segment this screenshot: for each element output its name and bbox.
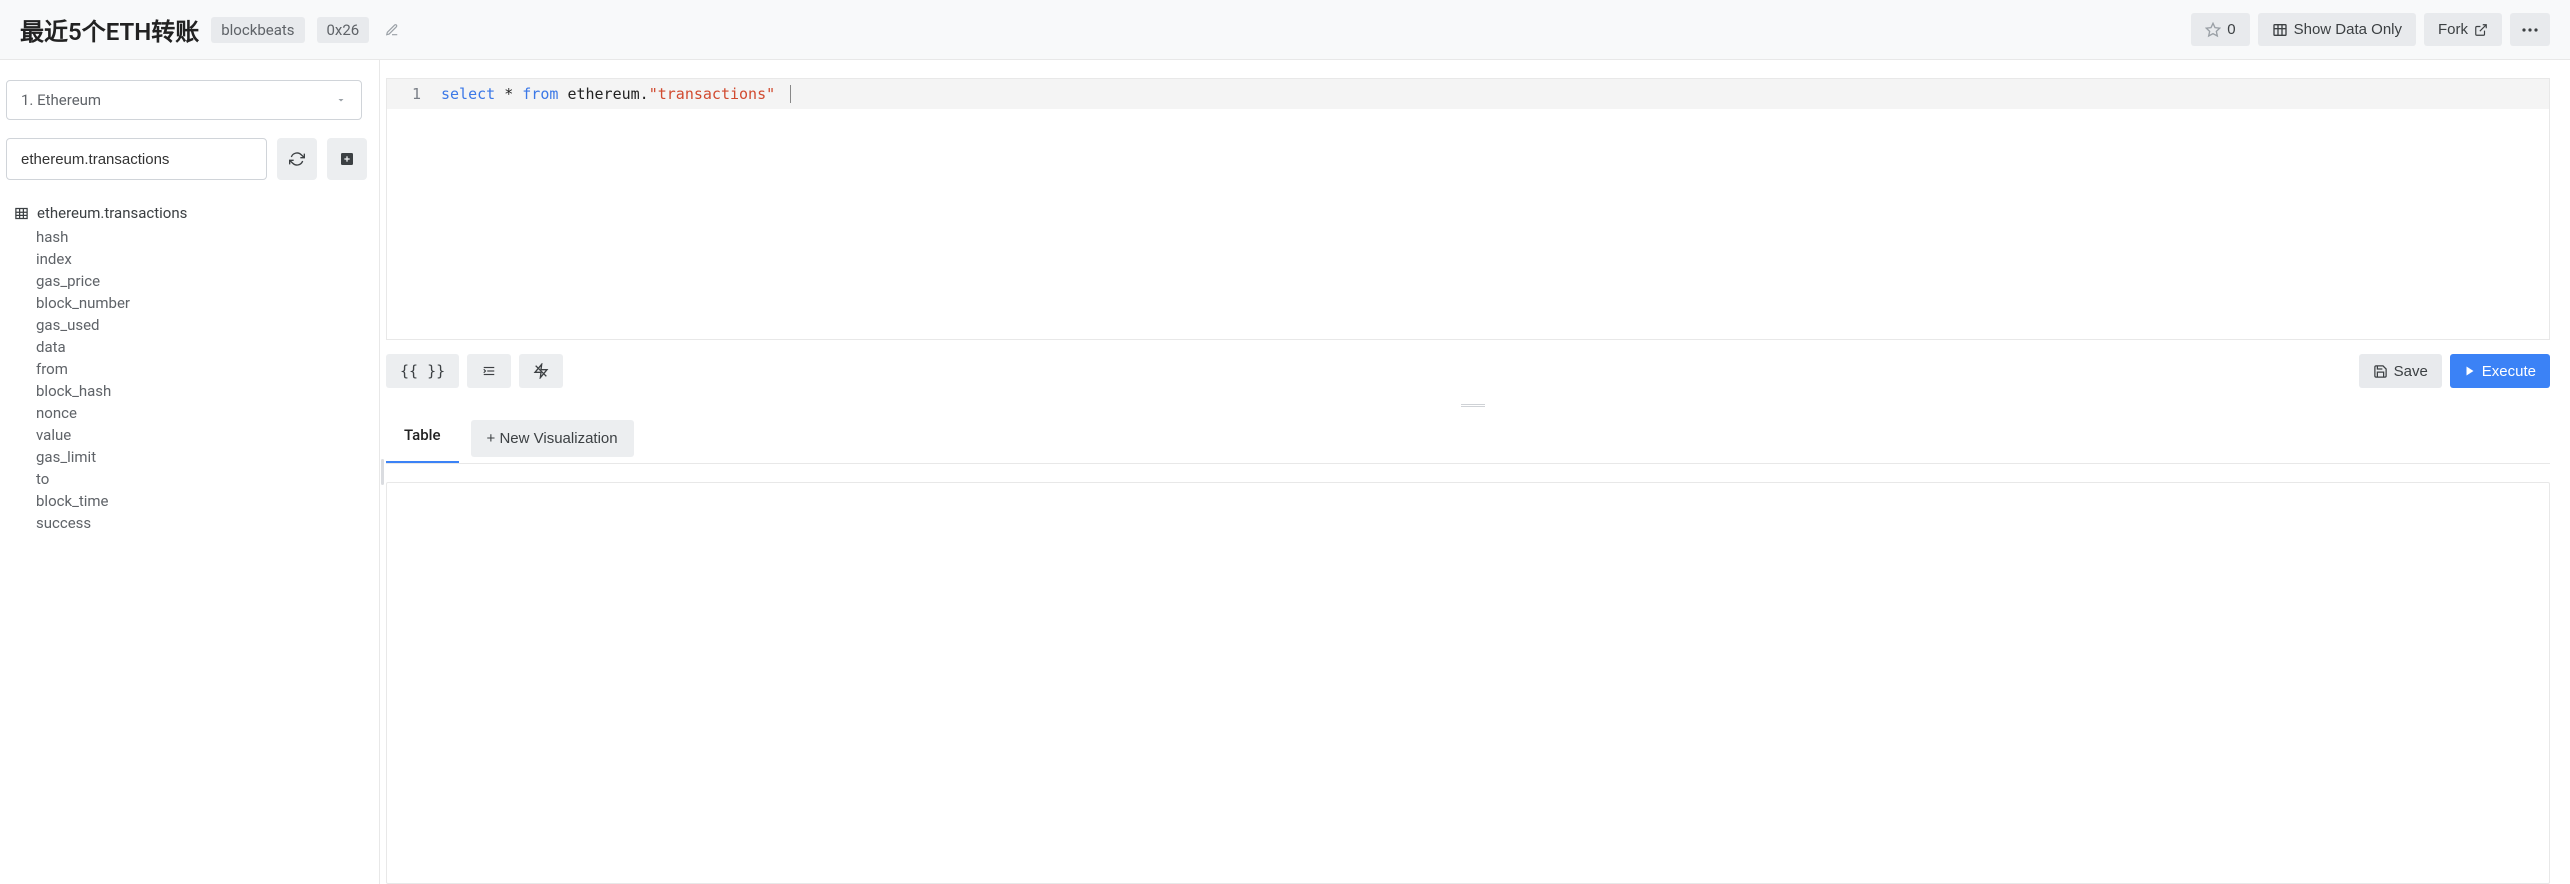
star-button[interactable]: 0: [2191, 13, 2249, 46]
page-header: 最近5个ETH转账 blockbeats 0x26 0 Show Data On…: [0, 0, 2570, 60]
column-item[interactable]: gas_limit: [36, 446, 367, 468]
column-item[interactable]: block_hash: [36, 380, 367, 402]
line-number: 1: [387, 79, 431, 109]
keyword-select: select: [441, 85, 495, 103]
chevron-down-icon: [335, 94, 347, 106]
column-item[interactable]: to: [36, 468, 367, 490]
header-right: 0 Show Data Only Fork: [2191, 13, 2550, 46]
save-icon: [2373, 364, 2388, 379]
snippet-icon: [533, 363, 549, 379]
column-list: hash index gas_price block_number gas_us…: [4, 226, 367, 534]
new-visualization-button[interactable]: + New Visualization: [471, 420, 634, 457]
star-icon: [2205, 22, 2221, 38]
dataset-select[interactable]: 1. Ethereum: [6, 80, 362, 120]
star-count: 0: [2227, 21, 2235, 38]
refresh-button[interactable]: [277, 138, 317, 180]
dataset-selected-label: 1. Ethereum: [21, 91, 101, 109]
parameters-button[interactable]: {{ }}: [386, 354, 459, 388]
sql-editor[interactable]: 1 select * from ethereum."transactions": [386, 78, 2550, 340]
execute-button[interactable]: Execute: [2450, 354, 2550, 388]
page-title: 最近5个ETH转账: [20, 12, 199, 47]
column-item[interactable]: hash: [36, 226, 367, 248]
token-schema: ethereum.: [567, 85, 648, 103]
vertical-resize-handle[interactable]: [380, 60, 386, 884]
indent-icon: [481, 364, 497, 378]
refresh-icon: [289, 151, 305, 167]
tag-author[interactable]: blockbeats: [211, 17, 304, 43]
column-item[interactable]: nonce: [36, 402, 367, 424]
tag-address[interactable]: 0x26: [317, 17, 370, 43]
fork-label: Fork: [2438, 21, 2468, 38]
play-icon: [2464, 365, 2476, 377]
header-left: 最近5个ETH转账 blockbeats 0x26: [20, 12, 399, 47]
toolbar-right: Save Execute: [2359, 354, 2550, 388]
column-item[interactable]: index: [36, 248, 367, 270]
more-button[interactable]: [2510, 13, 2550, 46]
external-link-icon: [2474, 23, 2488, 37]
table-header[interactable]: ethereum.transactions: [4, 200, 367, 226]
execute-label: Execute: [2482, 363, 2536, 380]
save-button[interactable]: Save: [2359, 354, 2442, 388]
drag-handle-icon: [1461, 404, 1485, 407]
column-item[interactable]: gas_price: [36, 270, 367, 292]
ellipsis-icon: [2522, 28, 2538, 32]
code-line: 1 select * from ethereum."transactions": [387, 79, 2549, 109]
fork-button[interactable]: Fork: [2424, 13, 2502, 46]
results-area: [386, 482, 2550, 884]
show-data-button[interactable]: Show Data Only: [2258, 13, 2416, 46]
column-item[interactable]: from: [36, 358, 367, 380]
horizontal-resize-handle[interactable]: [386, 400, 2560, 410]
content-area: 1 select * from ethereum."transactions" …: [386, 60, 2570, 884]
sidebar: 1. Ethereum ethereum.transactions: [0, 60, 380, 884]
tab-table[interactable]: Table: [386, 414, 459, 463]
token-table: "transactions": [649, 85, 775, 103]
save-label: Save: [2394, 363, 2428, 380]
format-button[interactable]: [467, 354, 511, 388]
cursor: [790, 85, 800, 103]
snippet-button[interactable]: [519, 354, 563, 388]
table-grid-icon: [14, 206, 29, 221]
column-item[interactable]: data: [36, 336, 367, 358]
editor-toolbar: {{ }} Save: [386, 340, 2560, 400]
code-content[interactable]: select * from ethereum."transactions": [431, 79, 2549, 109]
toolbar-left: {{ }}: [386, 354, 563, 388]
plus-square-icon: [339, 151, 355, 167]
search-row: [4, 138, 367, 180]
table-search-input[interactable]: [6, 138, 267, 180]
column-item[interactable]: block_time: [36, 490, 367, 512]
pencil-icon[interactable]: [385, 23, 399, 37]
keyword-from: from: [522, 85, 558, 103]
column-item[interactable]: gas_used: [36, 314, 367, 336]
column-item[interactable]: block_number: [36, 292, 367, 314]
editor-body[interactable]: [387, 109, 2549, 339]
table-icon: [2272, 22, 2288, 38]
show-data-label: Show Data Only: [2294, 21, 2402, 38]
result-tabs: Table + New Visualization: [386, 410, 2550, 464]
add-button[interactable]: [327, 138, 367, 180]
main-area: 1. Ethereum ethereum.transactions: [0, 60, 2570, 884]
column-item[interactable]: value: [36, 424, 367, 446]
column-item[interactable]: success: [36, 512, 367, 534]
table-name: ethereum.transactions: [37, 204, 187, 222]
